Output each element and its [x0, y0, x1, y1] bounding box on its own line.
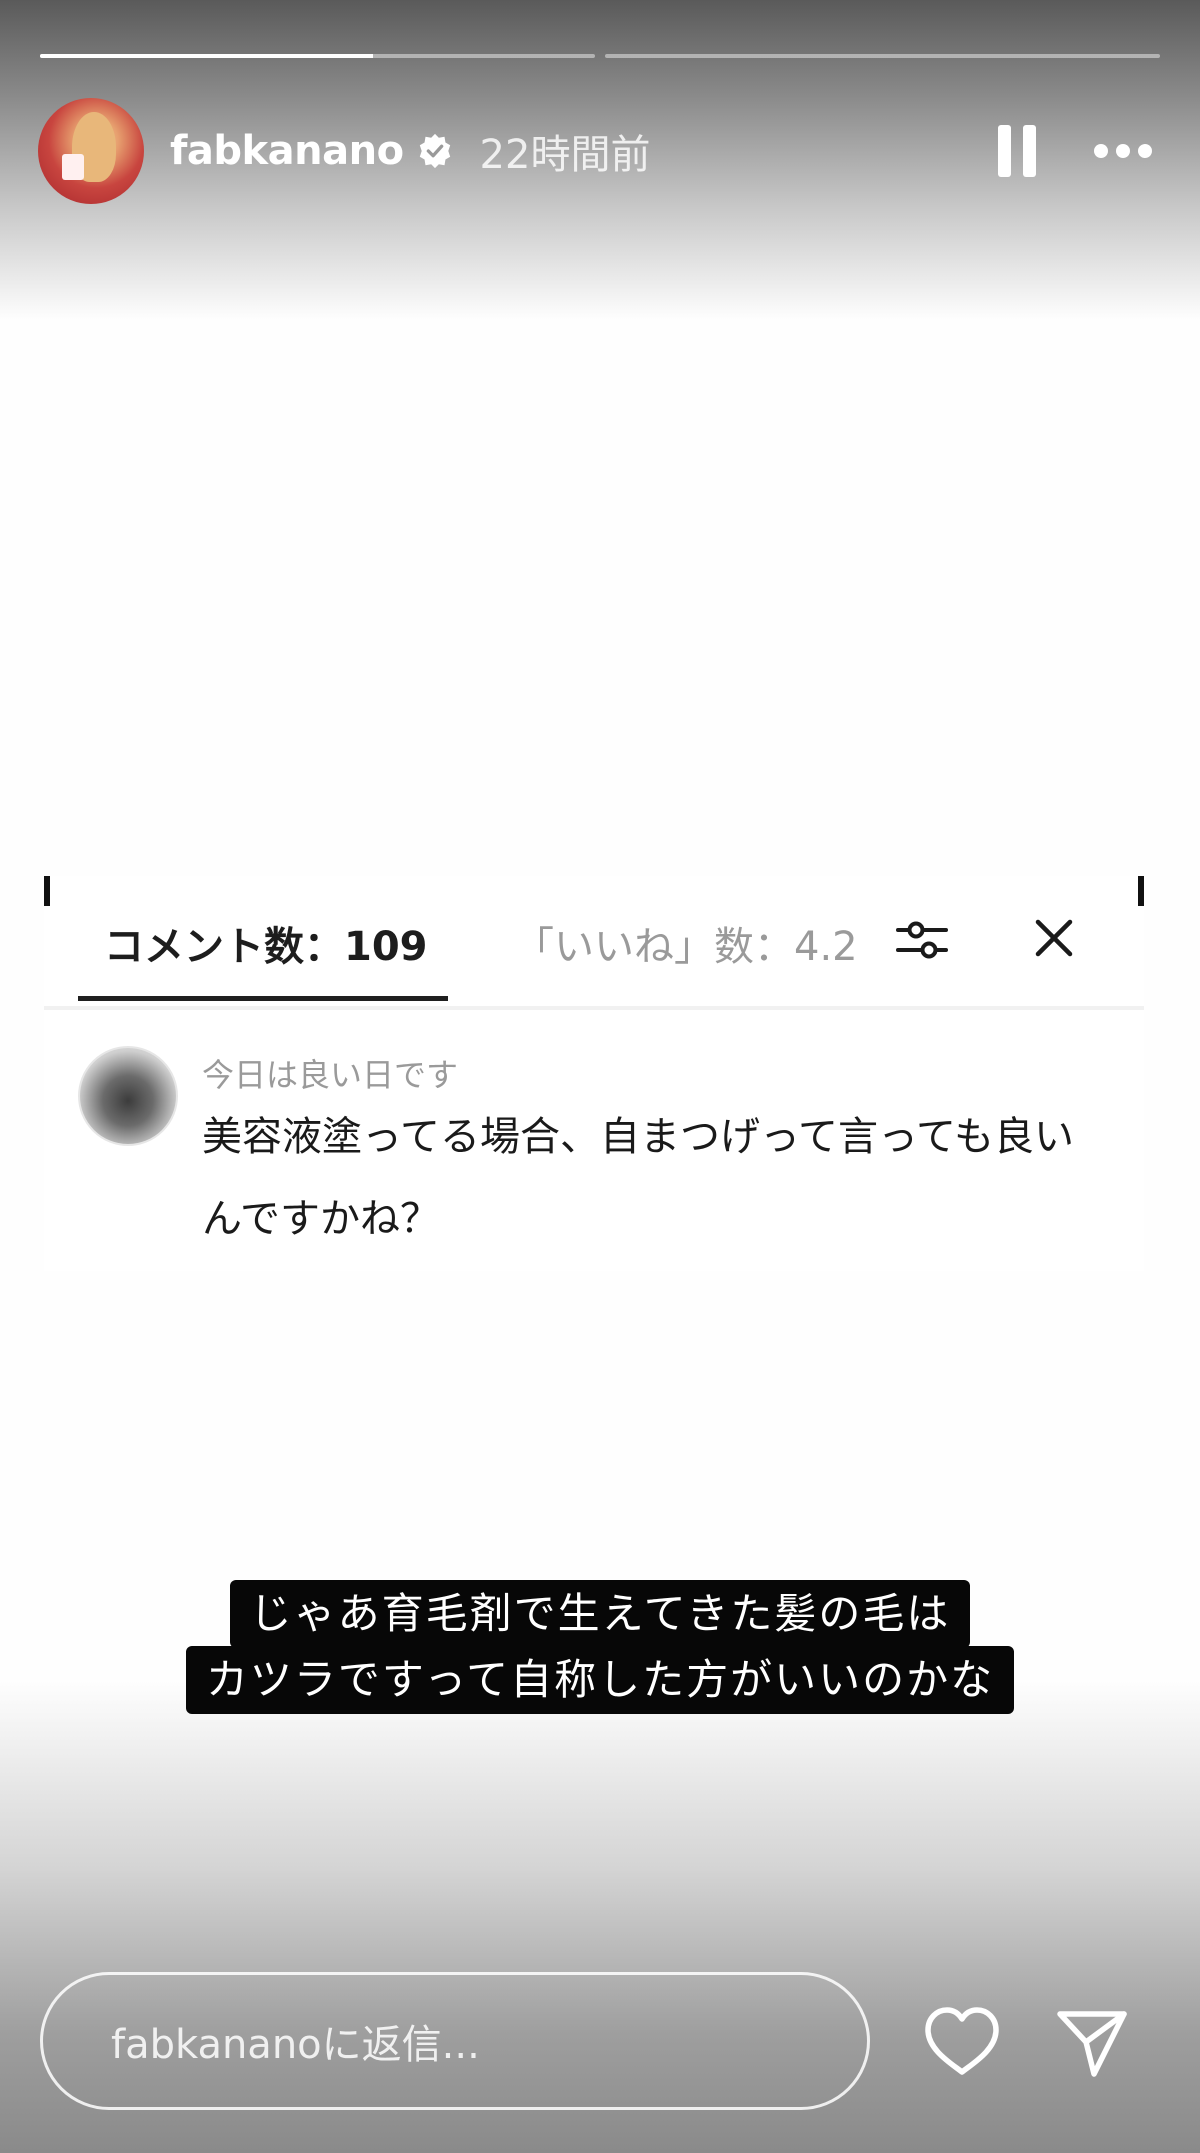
username[interactable]: fabkanano: [170, 128, 404, 174]
reply-placeholder: fabkananoに返信...: [111, 2022, 480, 2068]
tab-comments: コメント数：109: [104, 924, 428, 970]
avatar-cup: [62, 154, 84, 180]
caption: じゃあ育毛剤で生えてきた髪の毛は カツラですって自称した方がいいのかな: [0, 1580, 1200, 1714]
comment-screenshot-card: コメント数：109 「いいね」数：4.2 今日は良い日です 美容液塗ってる場合、…: [44, 876, 1144, 1271]
progress-segment: [605, 54, 1160, 58]
header-actions: [998, 125, 1162, 177]
commenter-avatar: [78, 1046, 178, 1146]
progress-segment: [40, 54, 595, 58]
send-icon[interactable]: [1054, 2004, 1130, 2080]
progress-fill: [40, 54, 373, 58]
caption-line: カツラですって自称した方がいいのかな: [185, 1646, 1015, 1714]
tab-likes: 「いいね」数：4.2: [514, 924, 858, 970]
verified-badge-icon: [416, 132, 454, 170]
story-header: fabkanano 22時間前: [38, 98, 1162, 204]
profile-avatar[interactable]: [38, 98, 144, 204]
story-viewer[interactable]: fabkanano 22時間前 コメント数：109 「いいね」数：4.2 今日は…: [0, 0, 1200, 2153]
story-progress: [40, 54, 1160, 58]
like-heart-icon[interactable]: [922, 2004, 1002, 2078]
close-icon: [1028, 912, 1080, 964]
post-time: 22時間前: [479, 132, 651, 178]
card-divider: [44, 1006, 1144, 1010]
commenter-name: 今日は良い日です: [202, 1056, 459, 1094]
caption-line: じゃあ育毛剤で生えてきた髪の毛は: [229, 1580, 971, 1648]
pause-icon[interactable]: [998, 125, 1036, 177]
comment-tabs: コメント数：109 「いいね」数：4.2: [44, 876, 1144, 1002]
tab-underline: [78, 996, 448, 1001]
comment-text: 美容液塗ってる場合、自まつげって言っても良いんですかね？: [202, 1114, 1074, 1242]
filter-sliders-icon: [896, 914, 948, 966]
more-options-icon[interactable]: [1094, 144, 1152, 158]
reply-input[interactable]: fabkananoに返信...: [40, 1972, 870, 2110]
